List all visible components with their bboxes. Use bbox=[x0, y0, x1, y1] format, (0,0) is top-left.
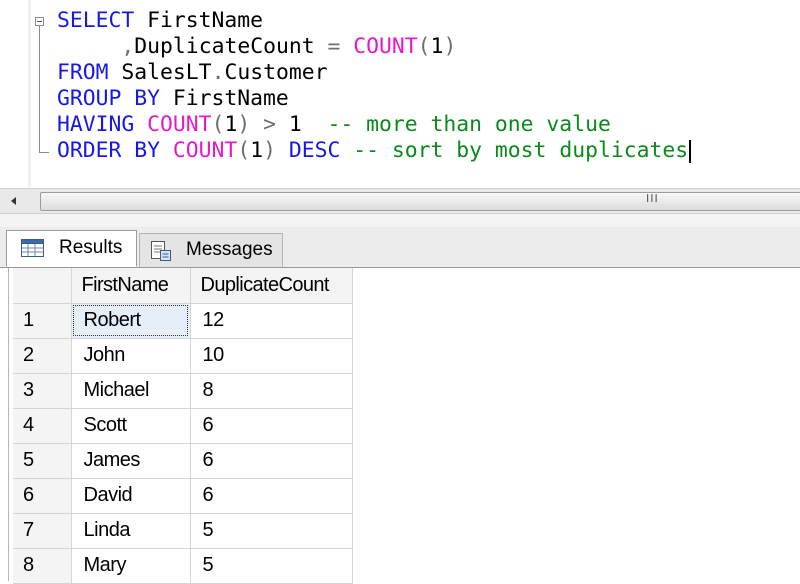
text-caret bbox=[689, 139, 692, 163]
code-line: ,DuplicateCount = COUNT(1) bbox=[57, 34, 456, 60]
results-grid[interactable]: FirstName DuplicateCount 1 Robert 12 2 J… bbox=[13, 268, 353, 584]
sql-function: COUNT bbox=[353, 34, 418, 59]
sql-function: COUNT bbox=[147, 112, 212, 137]
column-header-firstname[interactable]: FirstName bbox=[71, 268, 191, 304]
cell-duplicatecount[interactable]: 10 bbox=[190, 338, 353, 374]
scroll-thumb[interactable] bbox=[40, 192, 800, 211]
results-tab-strip: Results Messages bbox=[0, 227, 800, 268]
sql-identifier: 1 bbox=[288, 112, 328, 137]
sql-identifier: Customer bbox=[224, 60, 328, 85]
pane-splitter[interactable] bbox=[0, 214, 800, 227]
row-number[interactable]: 8 bbox=[13, 548, 72, 584]
row-number-header[interactable] bbox=[13, 268, 72, 304]
sql-operator: ( bbox=[417, 34, 431, 59]
cell-firstname[interactable]: Scott bbox=[71, 408, 191, 444]
row-number[interactable]: 7 bbox=[13, 513, 72, 549]
sql-keyword: ORDER BY bbox=[57, 138, 173, 163]
messages-icon bbox=[151, 241, 171, 261]
cell-firstname[interactable]: Linda bbox=[71, 513, 191, 549]
table-row[interactable]: 5 James 6 bbox=[13, 443, 353, 479]
table-row[interactable]: 7 Linda 5 bbox=[13, 513, 353, 549]
table-row[interactable]: 3 Michael 8 bbox=[13, 373, 353, 409]
table-row[interactable]: 4 Scott 6 bbox=[13, 408, 353, 444]
sql-identifier: 1 bbox=[430, 34, 444, 59]
sql-operator: ) bbox=[443, 34, 457, 59]
tab-messages[interactable]: Messages bbox=[139, 233, 283, 267]
row-number[interactable]: 4 bbox=[13, 408, 72, 444]
sql-keyword: SELECT bbox=[57, 8, 148, 33]
row-number[interactable]: 5 bbox=[13, 443, 72, 479]
sql-function: COUNT bbox=[172, 138, 238, 163]
editor-horizontal-scrollbar[interactable] bbox=[0, 188, 800, 214]
scroll-thumb-grip: III bbox=[646, 192, 659, 205]
table-row[interactable]: 8 Mary 5 bbox=[13, 548, 353, 584]
sql-keyword: HAVING bbox=[57, 112, 148, 137]
sql-keyword: DESC bbox=[288, 138, 354, 163]
cell-firstname[interactable]: John bbox=[71, 338, 191, 374]
code-line: GROUP BY FirstName bbox=[57, 86, 289, 112]
sql-comment: -- sort by most duplicates bbox=[353, 138, 689, 163]
sql-identifier: FirstName bbox=[147, 8, 264, 33]
sql-operator: . bbox=[211, 60, 225, 85]
sql-editor[interactable]: SELECT FirstName ,DuplicateCount = COUNT… bbox=[0, 0, 800, 187]
tab-results-label: Results bbox=[59, 237, 123, 258]
sql-comment: -- more than one value bbox=[327, 112, 611, 137]
cell-duplicatecount[interactable]: 6 bbox=[190, 443, 353, 479]
code-line: HAVING COUNT(1) > 1 -- more than one val… bbox=[57, 112, 611, 138]
cell-duplicatecount[interactable]: 6 bbox=[190, 478, 353, 514]
sql-identifier: FirstName bbox=[172, 86, 289, 111]
sql-keyword: FROM bbox=[57, 60, 122, 85]
outline-region-end bbox=[39, 152, 49, 153]
cell-firstname[interactable]: Mary bbox=[71, 548, 191, 584]
sql-operator: , bbox=[121, 34, 135, 59]
row-number[interactable]: 6 bbox=[13, 478, 72, 514]
sql-identifier: 1 bbox=[224, 112, 238, 137]
cell-firstname[interactable]: Michael bbox=[71, 373, 191, 409]
cell-duplicatecount[interactable]: 12 bbox=[190, 303, 353, 339]
row-number[interactable]: 1 bbox=[13, 303, 72, 339]
sql-operator: ) > bbox=[237, 112, 289, 137]
cell-duplicatecount[interactable]: 8 bbox=[190, 373, 353, 409]
cell-firstname[interactable]: Robert bbox=[71, 303, 191, 339]
cell-duplicatecount[interactable]: 5 bbox=[190, 548, 353, 584]
table-row[interactable]: 6 David 6 bbox=[13, 478, 353, 514]
cell-duplicatecount[interactable]: 5 bbox=[190, 513, 353, 549]
outline-region-line bbox=[39, 26, 40, 152]
cell-firstname[interactable]: James bbox=[71, 443, 191, 479]
results-grid-pane: FirstName DuplicateCount 1 Robert 12 2 J… bbox=[0, 268, 800, 584]
collapse-region-icon[interactable] bbox=[35, 17, 44, 26]
cell-firstname[interactable]: David bbox=[71, 478, 191, 514]
grid-icon bbox=[21, 239, 44, 257]
sql-operator: ( bbox=[237, 138, 251, 163]
row-number[interactable]: 2 bbox=[13, 338, 72, 374]
sql-identifier: DuplicateCount bbox=[134, 34, 328, 59]
sql-keyword: GROUP BY bbox=[57, 86, 173, 111]
code-line: SELECT FirstName bbox=[57, 8, 263, 34]
code-line: ORDER BY COUNT(1) DESC -- sort by most d… bbox=[57, 138, 692, 164]
tab-messages-label: Messages bbox=[186, 239, 273, 260]
sql-identifier: 1 bbox=[250, 138, 264, 163]
sql-operator: ) bbox=[263, 138, 289, 163]
sql-identifier bbox=[57, 34, 121, 59]
table-row[interactable]: 2 John 10 bbox=[13, 338, 353, 374]
row-number[interactable]: 3 bbox=[13, 373, 72, 409]
code-line: FROM SalesLT.Customer bbox=[57, 60, 327, 86]
tab-results[interactable]: Results bbox=[6, 230, 137, 267]
sql-operator: = bbox=[327, 34, 354, 59]
selection-margin bbox=[28, 0, 31, 187]
grid-header-row: FirstName DuplicateCount bbox=[13, 268, 353, 304]
table-row[interactable]: 1 Robert 12 bbox=[13, 303, 353, 339]
editor-margin bbox=[0, 0, 30, 187]
scroll-left-arrow-icon[interactable] bbox=[0, 189, 30, 213]
grid-left-border bbox=[8, 268, 9, 581]
cell-duplicatecount[interactable]: 6 bbox=[190, 408, 353, 444]
column-header-duplicatecount[interactable]: DuplicateCount bbox=[190, 268, 353, 304]
sql-operator: ( bbox=[211, 112, 225, 137]
sql-identifier: SalesLT bbox=[121, 60, 212, 85]
